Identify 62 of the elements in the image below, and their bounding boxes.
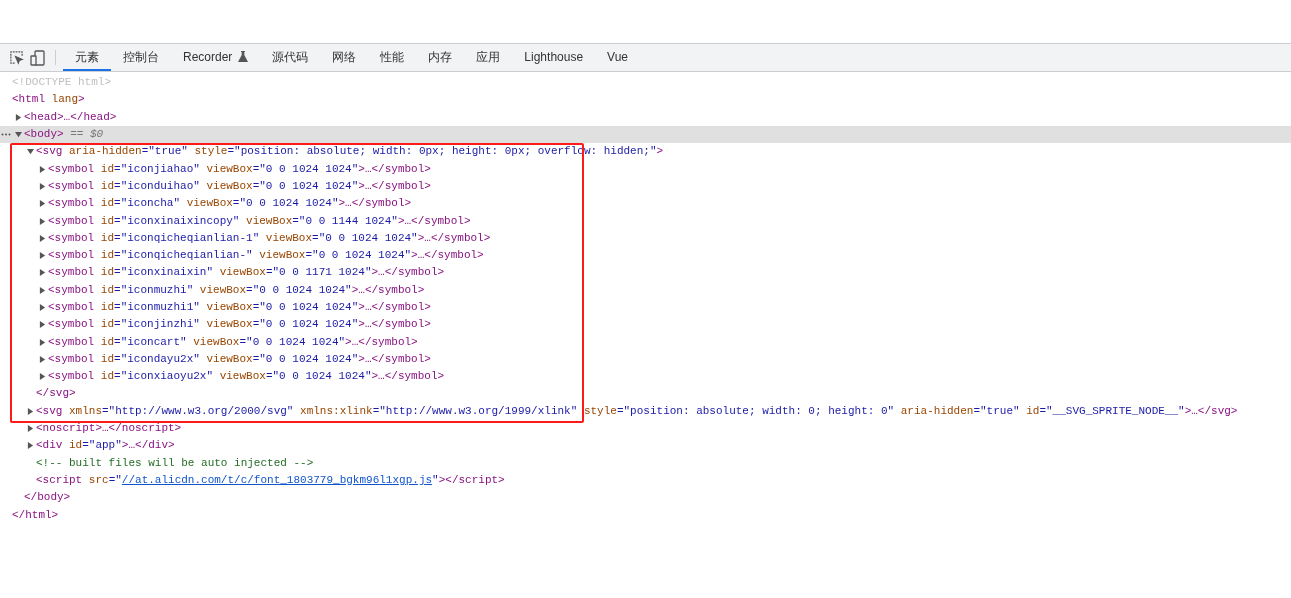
expand-arrow-icon[interactable] [27,442,34,450]
code-line: <body> == $0 [24,127,104,143]
expand-arrow-icon[interactable] [39,321,46,329]
code-line: <symbol id="iconcha" viewBox="0 0 1024 1024">…</symbol> [48,196,412,212]
panel-tab[interactable]: 内存 [416,44,465,71]
flask-icon [238,51,249,62]
code-line: <symbol id="iconxinaixin" viewBox="0 0 1171 1024">…</symbol> [48,265,445,281]
code-line: <!DOCTYPE html> [12,75,112,91]
code-line: <symbol id="iconmuzhi" viewBox="0 0 1024 1024">…</symbol> [48,282,425,298]
panel-tab[interactable]: Vue [595,44,640,71]
expand-arrow-icon[interactable] [39,217,46,225]
expand-arrow-icon[interactable] [39,338,46,346]
expand-arrow-icon[interactable] [27,425,34,433]
collapse-arrow-icon[interactable] [27,148,34,156]
panel-tab[interactable]: 元素 [63,44,111,71]
panel-tab[interactable]: 控制台 [111,44,171,71]
panel-tab[interactable]: 应用 [464,44,513,71]
code-line: <head>…</head> [24,109,117,125]
code-text: src [87,472,109,488]
code-line: </svg> [36,386,76,402]
code-line: <symbol id="iconjiahao" viewBox="0 0 1024 1024">…</symbol> [48,161,431,177]
code-line: <symbol id="iconqicheqianlian-" viewBox="0 0 1024 1024">…</symbol> [48,248,484,264]
panel-tab[interactable]: 源代码 [260,44,321,71]
expand-arrow-icon[interactable] [39,234,46,242]
code-line: <symbol id="iconcart" viewBox="0 0 1024 1024">…</symbol> [48,334,418,350]
code-text: ></script> [438,472,505,488]
code-line: </body> [24,490,71,506]
panel-tab[interactable]: 网络 [320,44,369,71]
expand-arrow-icon[interactable] [15,113,22,121]
code-text: =" [108,472,122,488]
code-line: </html> [12,507,59,523]
code-text: <script [36,472,83,488]
more-icon[interactable] [1,132,11,136]
code-line: <noscript>…</noscript> [36,421,182,437]
code-text: " [432,472,439,488]
expand-arrow-icon[interactable] [39,269,46,277]
code-line: <symbol id="icondayu2x" viewBox="0 0 1024 1024">…</symbol> [48,351,431,367]
expand-arrow-icon[interactable] [39,182,46,190]
selected-row[interactable]: <body> == $0 [0,125,1291,144]
collapse-arrow-icon[interactable] [15,131,22,139]
expand-arrow-icon[interactable] [39,200,46,208]
code-line: <symbol id="iconxinaixincopy" viewBox="0 0 1144 1024">…</symbol> [48,213,471,229]
panel-tab[interactable]: Lighthouse [512,44,596,71]
code-line: <!-- built files will be auto injected --> [36,455,314,471]
expand-arrow-icon[interactable] [39,165,46,173]
code-line: <svg xmlns="http://www.w3.org/2000/svg" xmlns:xlink="http://www.w3.org/1999/xlink" style="position: absolute; width: 0; height: 0" aria-hidden="true" id="__SVG_SPRITE_NODE__">…</svg> [36,403,1238,419]
expand-arrow-icon[interactable] [39,304,46,311]
expand-arrow-icon[interactable] [39,355,46,363]
expand-arrow-icon[interactable] [27,407,34,415]
expand-arrow-icon[interactable] [39,286,46,294]
code-line: <symbol id="iconjinzhi" viewBox="0 0 1024 1024">…</symbol> [48,317,431,333]
code-line: <symbol id="iconxiaoyu2x" viewBox="0 0 1024 1024">…</symbol> [48,369,445,385]
expand-arrow-icon[interactable] [39,373,46,381]
code-line: <symbol id="iconduihao" viewBox="0 0 1024 1024">…</symbol> [48,178,431,194]
panel-tab[interactable]: 性能 [368,44,417,71]
expand-arrow-icon[interactable] [39,252,46,260]
link[interactable]: //at.alicdn.com/t/c/font_1803779_bgkm96l1xgp.js [121,471,433,489]
panel-tab[interactable]: Recorder [171,44,261,71]
code-line: <div id="app">…</div> [36,438,175,454]
code-line: <symbol id="iconqicheqianlian-1" viewBox="0 0 1024 1024">…</symbol> [48,230,491,246]
code-line: <html lang> [12,92,85,108]
code-line: <symbol id="iconmuzhi1" viewBox="0 0 1024 1024">…</symbol> [48,300,431,315]
